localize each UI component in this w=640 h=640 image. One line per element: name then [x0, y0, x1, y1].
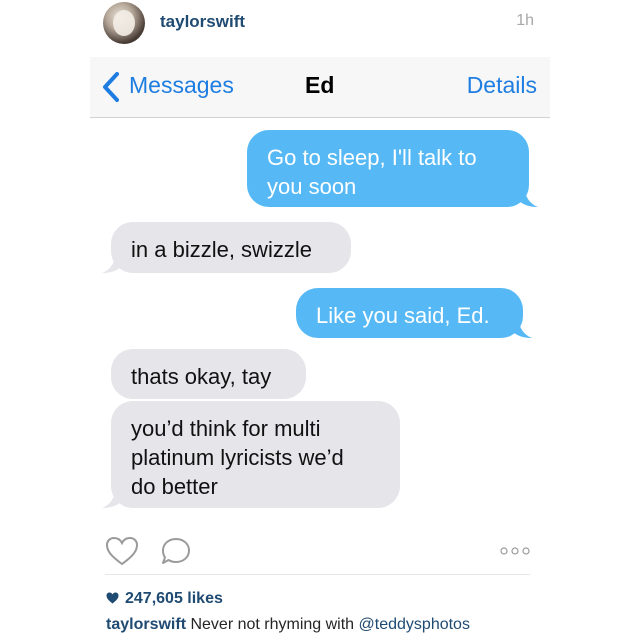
bubble-tail: [102, 488, 122, 508]
divider: [105, 574, 530, 575]
post-actions: [0, 530, 640, 570]
message-text: Like you said, Ed.: [316, 303, 490, 328]
caption-text: Never not rhyming with: [186, 616, 359, 633]
message-bubble-incoming: thats okay, tay: [111, 349, 306, 399]
caption-mention-link[interactable]: @teddysphotos: [359, 616, 470, 633]
message-bubble-incoming: in a bizzle, swizzle: [102, 222, 351, 273]
bubble-tail: [512, 318, 532, 338]
message-text: Go to sleep, I'll talk to you soon: [267, 145, 477, 199]
details-button[interactable]: Details: [467, 72, 537, 99]
heart-icon[interactable]: [105, 536, 139, 566]
back-to-messages-button[interactable]: Messages: [129, 72, 234, 99]
avatar-face: [113, 10, 135, 36]
avatar[interactable]: [103, 2, 145, 44]
likes-label: 247,605 likes: [125, 590, 223, 607]
likes-count[interactable]: 247,605 likes: [106, 590, 223, 608]
conversation: Go to sleep, I'll talk to you soon in a …: [90, 118, 550, 518]
message-bubble-incoming: you’d think for multi platinum lyricists…: [102, 401, 400, 508]
comment-icon[interactable]: [160, 536, 192, 566]
message-bubble-outgoing: Go to sleep, I'll talk to you soon: [247, 130, 538, 207]
heart-filled-icon: [106, 592, 119, 604]
message-text: thats okay, tay: [131, 364, 272, 389]
bubble-tail: [518, 187, 538, 207]
caption-username[interactable]: taylorswift: [106, 616, 186, 633]
post-username[interactable]: taylorswift: [160, 12, 245, 32]
more-dots-icon[interactable]: [500, 546, 530, 556]
conversation-title: Ed: [305, 72, 335, 98]
messages-nav-bar: Messages Ed Details: [90, 57, 550, 118]
post-caption: taylorswift Never not rhyming with @tedd…: [106, 616, 470, 634]
message-bubble-outgoing: Like you said, Ed.: [296, 288, 532, 338]
message-text: in a bizzle, swizzle: [131, 237, 312, 262]
post-time: 1h: [516, 12, 534, 29]
chevron-left-icon[interactable]: [100, 71, 122, 103]
message-text: you’d think for multi platinum lyricists…: [131, 416, 344, 499]
post-header: taylorswift 1h: [0, 0, 640, 52]
bubble-tail: [102, 253, 122, 273]
